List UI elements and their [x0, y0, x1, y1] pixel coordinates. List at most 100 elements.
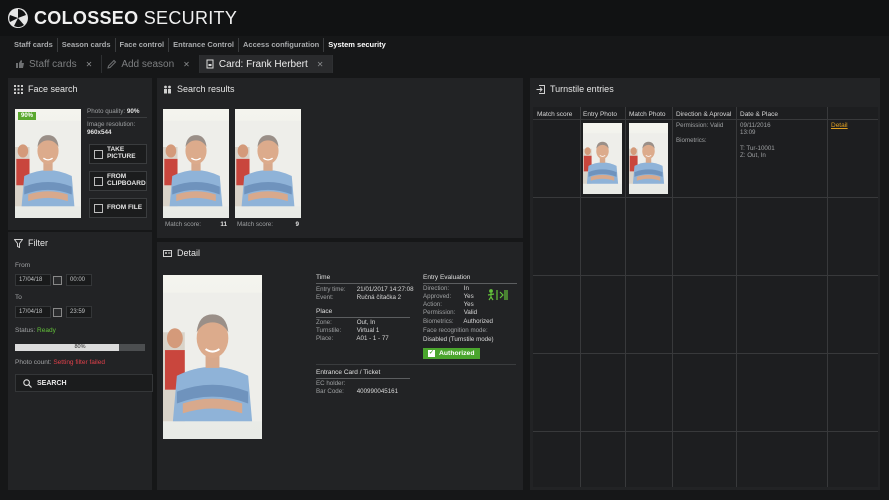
detail-title: Detail — [163, 248, 200, 258]
turnstile-value: Virtual 1 — [356, 327, 380, 334]
nav-access-configuration[interactable]: Access configuration — [239, 38, 325, 52]
calendar-icon[interactable] — [53, 276, 62, 285]
status-label: Status: — [15, 327, 36, 334]
divider — [316, 378, 410, 379]
col-match-photo[interactable]: Match Photo — [629, 111, 666, 118]
result-caption-1: Match score: 11 — [165, 221, 227, 228]
entry-photo[interactable] — [583, 123, 622, 194]
permission-row: Permission: Valid — [423, 309, 477, 316]
tab-label: Add season — [121, 58, 175, 70]
match-score-value: 11 — [220, 221, 227, 228]
entry-time-value: 21/01/2017 14:27:08 — [356, 286, 414, 293]
nav-entrance-control[interactable]: Entrance Control — [169, 38, 239, 52]
tab-add-season[interactable]: Add season ✕ — [102, 55, 200, 73]
result-photo-2[interactable] — [235, 109, 301, 218]
people-icon — [164, 85, 171, 93]
detail-link[interactable]: Detail — [831, 122, 848, 129]
file-icon — [94, 203, 103, 213]
column-divider — [827, 107, 828, 487]
progress-bar: 80% — [15, 344, 145, 351]
divider — [87, 117, 147, 118]
zone-value: Out, In — [356, 319, 376, 326]
event-value: Ručná čítačka 2 — [356, 294, 402, 301]
from-file-button[interactable]: FROM FILE — [89, 198, 147, 218]
face-mode-row: Face recognition mode: — [423, 327, 488, 334]
column-divider — [672, 107, 673, 487]
evaluation-group-title: Entry Evaluation — [423, 274, 471, 281]
take-picture-button[interactable]: TAKE PICTURE — [89, 144, 147, 164]
col-entry-photo[interactable]: Entry Photo — [583, 111, 617, 118]
col-direction-approval[interactable]: Direction & Aproval — [676, 111, 731, 118]
search-results-panel: Search results Match score: 11 Match sco… — [157, 78, 523, 238]
from-date-input[interactable]: 17/04/18 — [15, 274, 51, 286]
search-icon — [23, 378, 32, 388]
tab-staff-cards[interactable]: Staff cards ✕ — [10, 55, 103, 73]
from-clipboard-button[interactable]: FROM CLIPBOARD — [89, 171, 147, 191]
close-icon[interactable]: ✕ — [183, 60, 190, 69]
main-nav: Staff cards Season cards Face control En… — [10, 38, 390, 52]
to-time-input[interactable]: 23:59 — [66, 306, 92, 318]
badge-icon — [206, 59, 214, 69]
resolution-value: 960x544 — [87, 129, 112, 136]
turnstile-label: Turnstile: — [316, 327, 342, 334]
from-label: From — [15, 262, 31, 269]
filter-title: Filter — [14, 238, 48, 248]
tab-label: Staff cards — [29, 58, 77, 70]
nav-system-security[interactable]: System security — [324, 38, 390, 52]
search-button[interactable]: SEARCH — [15, 374, 153, 392]
result-photo-1[interactable] — [163, 109, 229, 218]
result-caption-2: Match score: 9 — [237, 221, 299, 228]
detail-photo — [163, 275, 262, 439]
grid-scan-icon — [14, 84, 23, 94]
status: Status: Ready — [15, 327, 56, 334]
close-icon[interactable]: ✕ — [317, 60, 324, 69]
ec-holder-row: EC holder: — [316, 380, 355, 387]
photo-count-value: Setting filter failed — [53, 359, 105, 366]
biometrics-value: Authorized — [463, 318, 493, 325]
calendar-icon[interactable] — [53, 308, 62, 317]
biometrics-label: Biometrics: — [423, 318, 454, 325]
button-line: PICTURE — [107, 153, 136, 160]
resolution-label: Image resolution: — [87, 121, 136, 128]
resolution-value-text: 960x544 — [87, 129, 112, 136]
from-time-input[interactable]: 00:00 — [66, 274, 92, 286]
match-score-label: Match score: — [237, 221, 274, 228]
brand-bold: COLOSSEO — [34, 8, 139, 28]
match-photo[interactable] — [629, 123, 668, 194]
row-zone: Z: Out, In — [740, 152, 766, 159]
panel-title-text: Turnstile entries — [550, 84, 614, 94]
face-mode-value: Disabled (Turnstile mode) — [423, 336, 494, 343]
tab-card-frank-herbert[interactable]: Card: Frank Herbert ✕ — [199, 55, 334, 73]
divider — [316, 317, 410, 318]
detail-panel: Detail Time Entry time: 21/01/2017 14:27… — [157, 242, 523, 490]
photo-quality-label: Photo quality: — [87, 108, 126, 115]
entry-time-row: Entry time: 21/01/2017 14:27:08 — [316, 286, 414, 293]
thumbs-up-icon — [16, 60, 24, 68]
to-date-input[interactable]: 17/04/18 — [15, 306, 51, 318]
turnstile-entries-panel: Turnstile entries Match score Entry Phot… — [530, 78, 880, 490]
barcode-value: 400990045161 — [356, 388, 399, 395]
column-divider — [580, 107, 581, 487]
close-icon[interactable]: ✕ — [86, 60, 93, 69]
divider — [423, 283, 517, 284]
time-group-title: Time — [316, 274, 331, 281]
query-photo: 90% — [15, 109, 81, 218]
nav-staff-cards[interactable]: Staff cards — [10, 38, 58, 52]
panel-title-text: Detail — [177, 248, 201, 258]
ticket-group-title: Entrance Card / Ticket — [316, 369, 381, 376]
col-match-score[interactable]: Match score — [537, 111, 572, 118]
divider — [316, 364, 516, 365]
turnstile-walk-icon — [487, 289, 508, 301]
nav-face-control[interactable]: Face control — [116, 38, 170, 52]
colosseo-logo-icon — [8, 8, 28, 28]
action-label: Action: — [423, 301, 442, 308]
col-date-place[interactable]: Date & Place — [740, 111, 778, 118]
direction-label: Direction: — [423, 285, 450, 292]
barcode-row: Bar Code: 400990045161 — [316, 388, 398, 395]
biometrics-row: Biometrics: Authorized — [423, 318, 493, 325]
panel-title-text: Face search — [28, 84, 78, 94]
button-line: FROM FILE — [107, 203, 143, 211]
direction-row: Direction: In — [423, 285, 469, 292]
id-card-icon — [163, 249, 172, 257]
nav-season-cards[interactable]: Season cards — [58, 38, 116, 52]
